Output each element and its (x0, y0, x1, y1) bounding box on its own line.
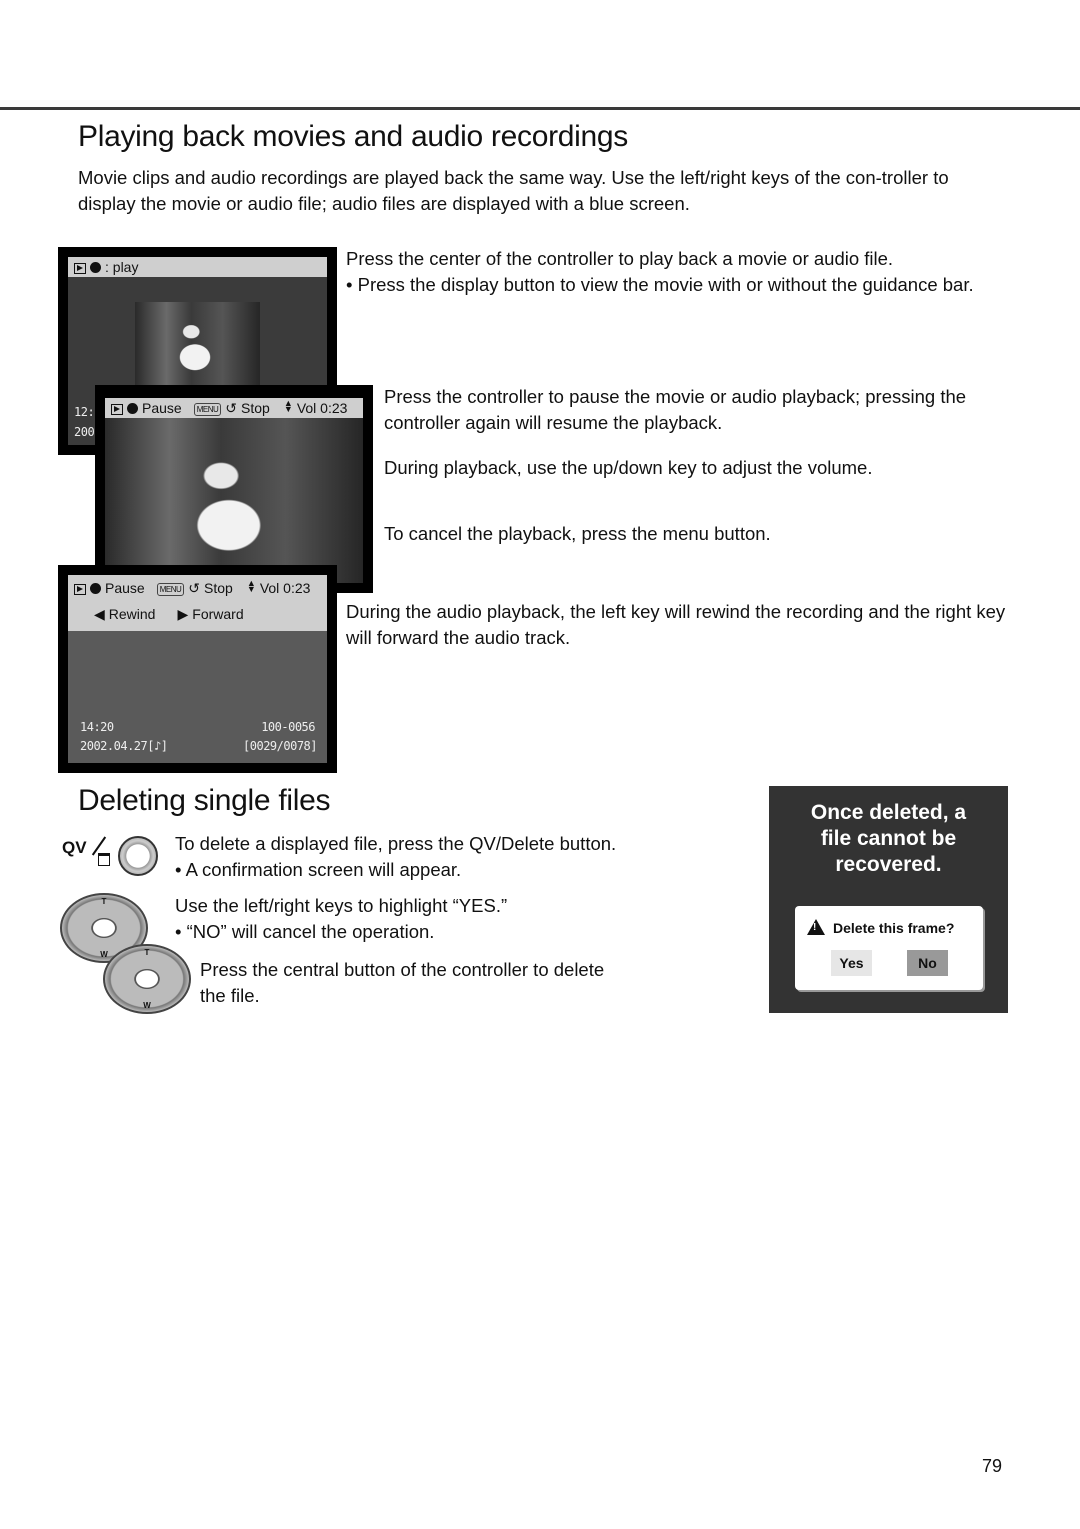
volume-readout: Vol 0:23 (296, 400, 348, 416)
step-volume: During playback, use the up/down key to … (384, 457, 873, 478)
yes-button[interactable]: Yes (831, 950, 872, 976)
stop-label: Stop (204, 580, 233, 596)
pause-label: Pause (105, 580, 145, 596)
trash-icon (98, 853, 110, 866)
step-press-center: Press the central button of the controll… (200, 959, 605, 1006)
time-readout: 12: (74, 405, 95, 419)
controller-w-label: W (143, 1001, 151, 1010)
controller-center-icon: T W (103, 944, 191, 1014)
menu-button-icon: MENU (193, 403, 222, 416)
movie-thumbnail (135, 302, 260, 387)
menu-button-icon: MENU (156, 583, 185, 596)
top-rule (0, 107, 1080, 110)
step-audio-rewind-forward: During the audio playback, the left key … (346, 601, 1006, 648)
step-pause: Press the controller to pause the movie … (384, 386, 967, 433)
dialog-message: Delete this frame? (833, 920, 955, 936)
warning-panel: Once deleted, a file cannot be recovered… (769, 786, 1008, 1013)
step-confirm-note: • A confirmation screen will appear. (175, 859, 462, 880)
delete-confirm-dialog: Delete this frame? Yes No (795, 906, 983, 990)
left-arrow-icon: ◀ (94, 606, 105, 622)
up-down-icon: ▲ ▼ (283, 398, 293, 414)
step-display-note: • Press the display button to view the m… (346, 274, 974, 295)
rewind-label: Rewind (108, 606, 156, 622)
center-button-icon (127, 403, 138, 414)
guidance-bar: : play (68, 257, 327, 277)
date-readout: 2002.04.27[♪] (80, 739, 168, 753)
camera-screen-movie-playing: Pause MENU ↺ Stop ▲ ▼ Vol 0:23 (95, 385, 373, 593)
warning-title: Once deleted, a file cannot be recovered… (810, 801, 967, 876)
qv-delete-button-icon (118, 836, 158, 876)
step-no-cancel: • “NO” will cancel the operation. (175, 921, 435, 942)
playback-mode-icon (74, 584, 86, 595)
camera-screen-audio-playing: Pause MENU ↺ Stop ▲ ▼ Vol 0:23 ◀ Rewind ▶ Forward… (58, 565, 337, 773)
return-icon: ↺ (188, 580, 200, 596)
pause-label: Pause (142, 400, 182, 416)
intro-paragraph: Movie clips and audio recordings are pla… (78, 167, 949, 214)
playback-mode-icon (111, 404, 123, 415)
volume-readout: Vol 0:23 (259, 580, 311, 596)
no-button[interactable]: No (907, 950, 948, 976)
frame-counter: [0029/0078] (243, 739, 317, 753)
page-number: 79 (982, 1456, 1003, 1476)
play-label: : play (105, 259, 139, 275)
date-readout: 200 (74, 425, 95, 439)
guidance-bar: Pause MENU ↺ Stop ▲ ▼ Vol 0:23 ◀ Rewind ▶ Forward (68, 575, 327, 631)
step-play: Press the center of the controller to pl… (346, 248, 894, 269)
guidance-bar: Pause MENU ↺ Stop ▲ ▼ Vol 0:23 (105, 398, 363, 418)
controller-t-label: T (101, 897, 107, 906)
section-title-delete: Deleting single files (78, 784, 331, 817)
movie-frame (105, 418, 363, 583)
right-arrow-icon: ▶ (177, 606, 189, 622)
warning-icon (807, 919, 825, 935)
time-readout: 14:20 (80, 720, 114, 734)
qv-label: QV (62, 838, 87, 857)
file-number: 100-0056 (261, 720, 315, 734)
step-highlight-yes: Use the left/right keys to highlight “YE… (175, 895, 508, 916)
up-down-icon: ▲ ▼ (246, 578, 256, 594)
return-icon: ↺ (225, 400, 237, 416)
stop-label: Stop (241, 400, 270, 416)
forward-label: Forward (192, 606, 244, 622)
section-title-playback: Playing back movies and audio recordings (78, 120, 628, 153)
center-button-icon (90, 583, 101, 594)
step-cancel: To cancel the playback, press the menu b… (384, 523, 771, 544)
playback-mode-icon (74, 263, 86, 274)
center-button-icon (90, 262, 101, 273)
step-press-qv: To delete a displayed file, press the QV… (175, 833, 617, 854)
controller-t-label: T (144, 948, 150, 957)
